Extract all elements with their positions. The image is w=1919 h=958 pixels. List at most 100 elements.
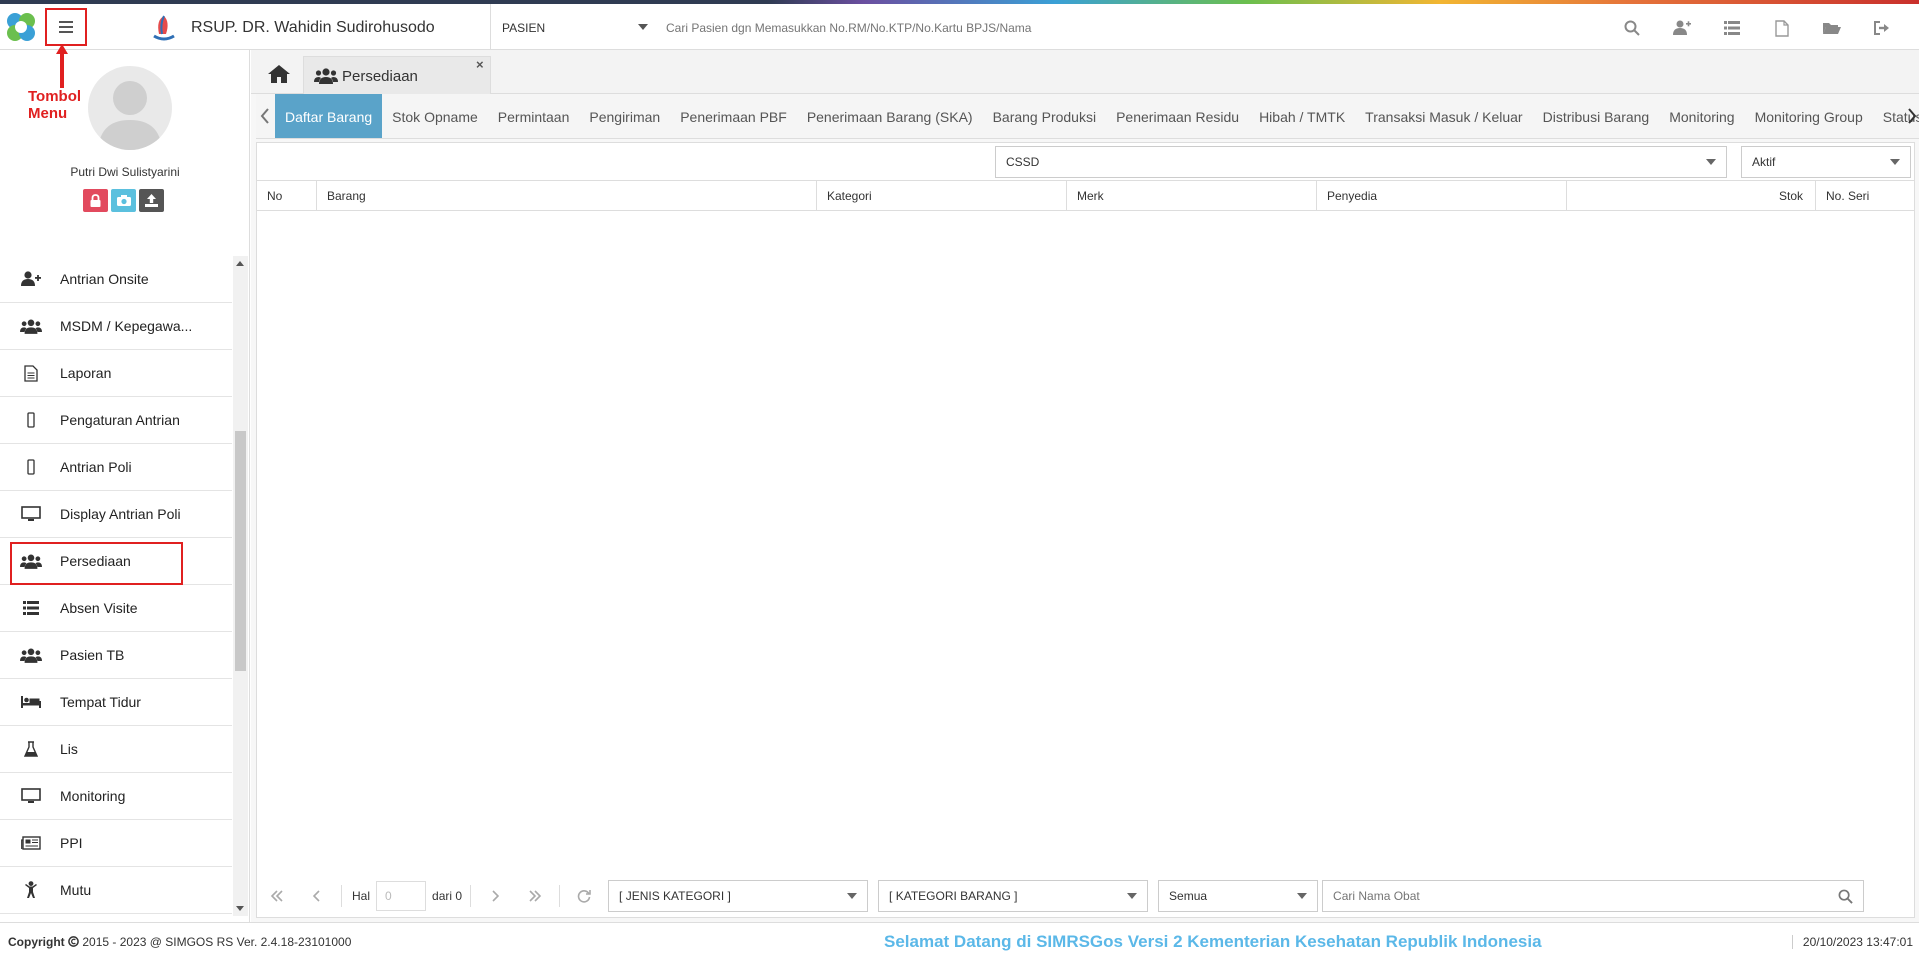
sidebar-item-display-antrian-poli[interactable]: Display Antrian Poli — [0, 491, 232, 538]
scroll-up-arrow[interactable] — [236, 261, 244, 266]
chevron-left-icon[interactable] — [260, 108, 270, 124]
avatar[interactable] — [88, 66, 172, 150]
subtab-transaksi-masuk-keluar[interactable]: Transaksi Masuk / Keluar — [1355, 94, 1532, 138]
sidebar-item-label: Mutu — [60, 882, 92, 898]
kategori-barang-select[interactable]: [ KATEGORI BARANG ] — [878, 880, 1149, 912]
subtab-penerimaan-barang-ska[interactable]: Penerimaan Barang (SKA) — [797, 94, 983, 138]
sidebar-item-absen-visite[interactable]: Absen Visite — [0, 585, 232, 632]
subtab-daftar-barang[interactable]: Daftar Barang — [275, 94, 383, 138]
sidebar-item-label: Display Antrian Poli — [60, 506, 181, 522]
search-icon[interactable] — [1607, 14, 1657, 42]
subtab-pengiriman[interactable]: Pengiriman — [579, 94, 670, 138]
scroll-thumb[interactable] — [235, 431, 246, 671]
folder-open-icon[interactable] — [1807, 14, 1857, 42]
subtab-monitoring-group[interactable]: Monitoring Group — [1745, 94, 1873, 138]
sign-out-icon[interactable] — [1857, 14, 1907, 42]
chevron-down-icon — [1127, 893, 1138, 899]
upload-button[interactable] — [139, 189, 164, 212]
sidebar-item-laporan[interactable]: Laporan — [0, 350, 232, 397]
column-stok[interactable]: Stok — [1567, 181, 1816, 211]
prev-page-icon[interactable] — [297, 881, 337, 911]
app-footer: Copyright 2015 - 2023 @ SIMGOS RS Ver. 2… — [0, 922, 1919, 958]
newspaper-icon — [20, 833, 42, 853]
sidebar-item-label: Tempat Tidur — [60, 694, 141, 710]
sidebar-item-label: Lis — [60, 741, 78, 757]
column-penyedia[interactable]: Penyedia — [1317, 181, 1567, 211]
pdf-file-icon[interactable] — [1757, 14, 1807, 42]
chevron-right-icon[interactable] — [1907, 108, 1917, 124]
pager-divider — [559, 885, 561, 907]
sidebar-item-label: Absen Visite — [60, 600, 138, 616]
sidebar-item-pasien-tb[interactable]: Pasien TB — [0, 632, 232, 679]
ruangan-select[interactable]: CSSD — [995, 146, 1727, 178]
first-page-icon[interactable] — [257, 881, 297, 911]
copyright-text: Copyright 2015 - 2023 @ SIMGOS RS Ver. 2… — [8, 935, 351, 949]
menu-toggle-button[interactable] — [45, 8, 87, 46]
total-pages-label: dari 0 — [432, 889, 463, 903]
subtab-monitoring[interactable]: Monitoring — [1659, 94, 1744, 138]
patient-type-select[interactable]: PASIEN — [502, 21, 650, 35]
sidebar-item-persediaan[interactable]: Persediaan — [0, 538, 232, 585]
column-no-seri[interactable]: No. Seri — [1816, 181, 1914, 211]
subtab-penerimaan-pbf[interactable]: Penerimaan PBF — [670, 94, 797, 138]
sidebar-item-antrian-onsite[interactable]: Antrian Onsite — [0, 256, 232, 303]
sidebar-item-ppi[interactable]: PPI — [0, 820, 232, 867]
mobile-icon — [20, 457, 42, 477]
home-tab[interactable] — [261, 56, 297, 92]
hamburger-icon — [59, 21, 73, 33]
home-icon — [268, 65, 290, 83]
pager-divider — [470, 885, 472, 907]
column-barang[interactable]: Barang — [317, 181, 817, 211]
subtab-hibah-tmtk[interactable]: Hibah / TMTK — [1249, 94, 1355, 138]
subtab-barang-produksi[interactable]: Barang Produksi — [983, 94, 1107, 138]
next-page-icon[interactable] — [475, 881, 515, 911]
status-select[interactable]: Aktif — [1741, 146, 1911, 178]
chevron-down-icon[interactable] — [638, 24, 648, 30]
column-no[interactable]: No — [257, 181, 317, 211]
user-plus-icon[interactable] — [1657, 14, 1707, 42]
users-icon — [20, 316, 42, 336]
sidebar-item-msdm-kepegawa[interactable]: MSDM / Kepegawa... — [0, 303, 232, 350]
last-page-icon[interactable] — [515, 881, 555, 911]
search-icon[interactable] — [1838, 889, 1853, 904]
subtab-distribusi-barang[interactable]: Distribusi Barang — [1533, 94, 1660, 138]
sidebar-item-pengaturan-antrian[interactable]: Pengaturan Antrian — [0, 397, 232, 444]
camera-button[interactable] — [111, 189, 136, 212]
subtab-penerimaan-residu[interactable]: Penerimaan Residu — [1106, 94, 1249, 138]
page-number-input[interactable] — [376, 881, 427, 911]
sidebar-item-antrian-poli[interactable]: Antrian Poli — [0, 444, 232, 491]
tab-persediaan[interactable]: Persediaan × — [303, 56, 491, 95]
subtab-permintaan[interactable]: Permintaan — [488, 94, 580, 138]
sidebar-item-tempat-tidur[interactable]: Tempat Tidur — [0, 679, 232, 726]
child-icon — [20, 880, 42, 900]
scroll-down-arrow[interactable] — [236, 906, 244, 911]
lock-button[interactable] — [83, 189, 108, 212]
user-profile: Tombol Menu Putri Dwi Sulistyarini — [0, 44, 250, 255]
flask-icon — [20, 739, 42, 759]
subtab-stok-opname[interactable]: Stok Opname — [382, 94, 488, 138]
page-label: Hal — [352, 889, 371, 903]
simgos-logo-icon — [7, 13, 35, 41]
document-icon — [20, 363, 42, 383]
cari-obat-input[interactable] — [1333, 889, 1814, 903]
sidebar-item-monitoring[interactable]: Monitoring — [0, 773, 232, 820]
cari-obat-field[interactable] — [1322, 880, 1865, 912]
sidebar-scrollbar[interactable] — [233, 256, 248, 916]
sidebar-item-mutu[interactable]: Mutu — [0, 867, 232, 914]
column-merk[interactable]: Merk — [1067, 181, 1317, 211]
mobile-icon — [20, 410, 42, 430]
column-kategori[interactable]: Kategori — [817, 181, 1067, 211]
current-datetime: 20/10/2023 13:47:01 — [1791, 935, 1913, 949]
sidebar-item-lis[interactable]: Lis — [0, 726, 232, 773]
jenis-kategori-select[interactable]: [ JENIS KATEGORI ] — [608, 880, 869, 912]
sidebar-item-label: Antrian Onsite — [60, 271, 149, 287]
user-silhouette-icon — [98, 81, 162, 150]
semua-select[interactable]: Semua — [1158, 880, 1319, 912]
list-icon[interactable] — [1707, 14, 1757, 42]
refresh-icon[interactable] — [564, 881, 604, 911]
chevron-down-icon — [1706, 159, 1716, 165]
patient-search-input[interactable] — [666, 14, 1366, 42]
bed-icon — [20, 692, 42, 712]
close-icon[interactable]: × — [476, 57, 484, 72]
tab-bar: Persediaan × — [251, 50, 1919, 95]
